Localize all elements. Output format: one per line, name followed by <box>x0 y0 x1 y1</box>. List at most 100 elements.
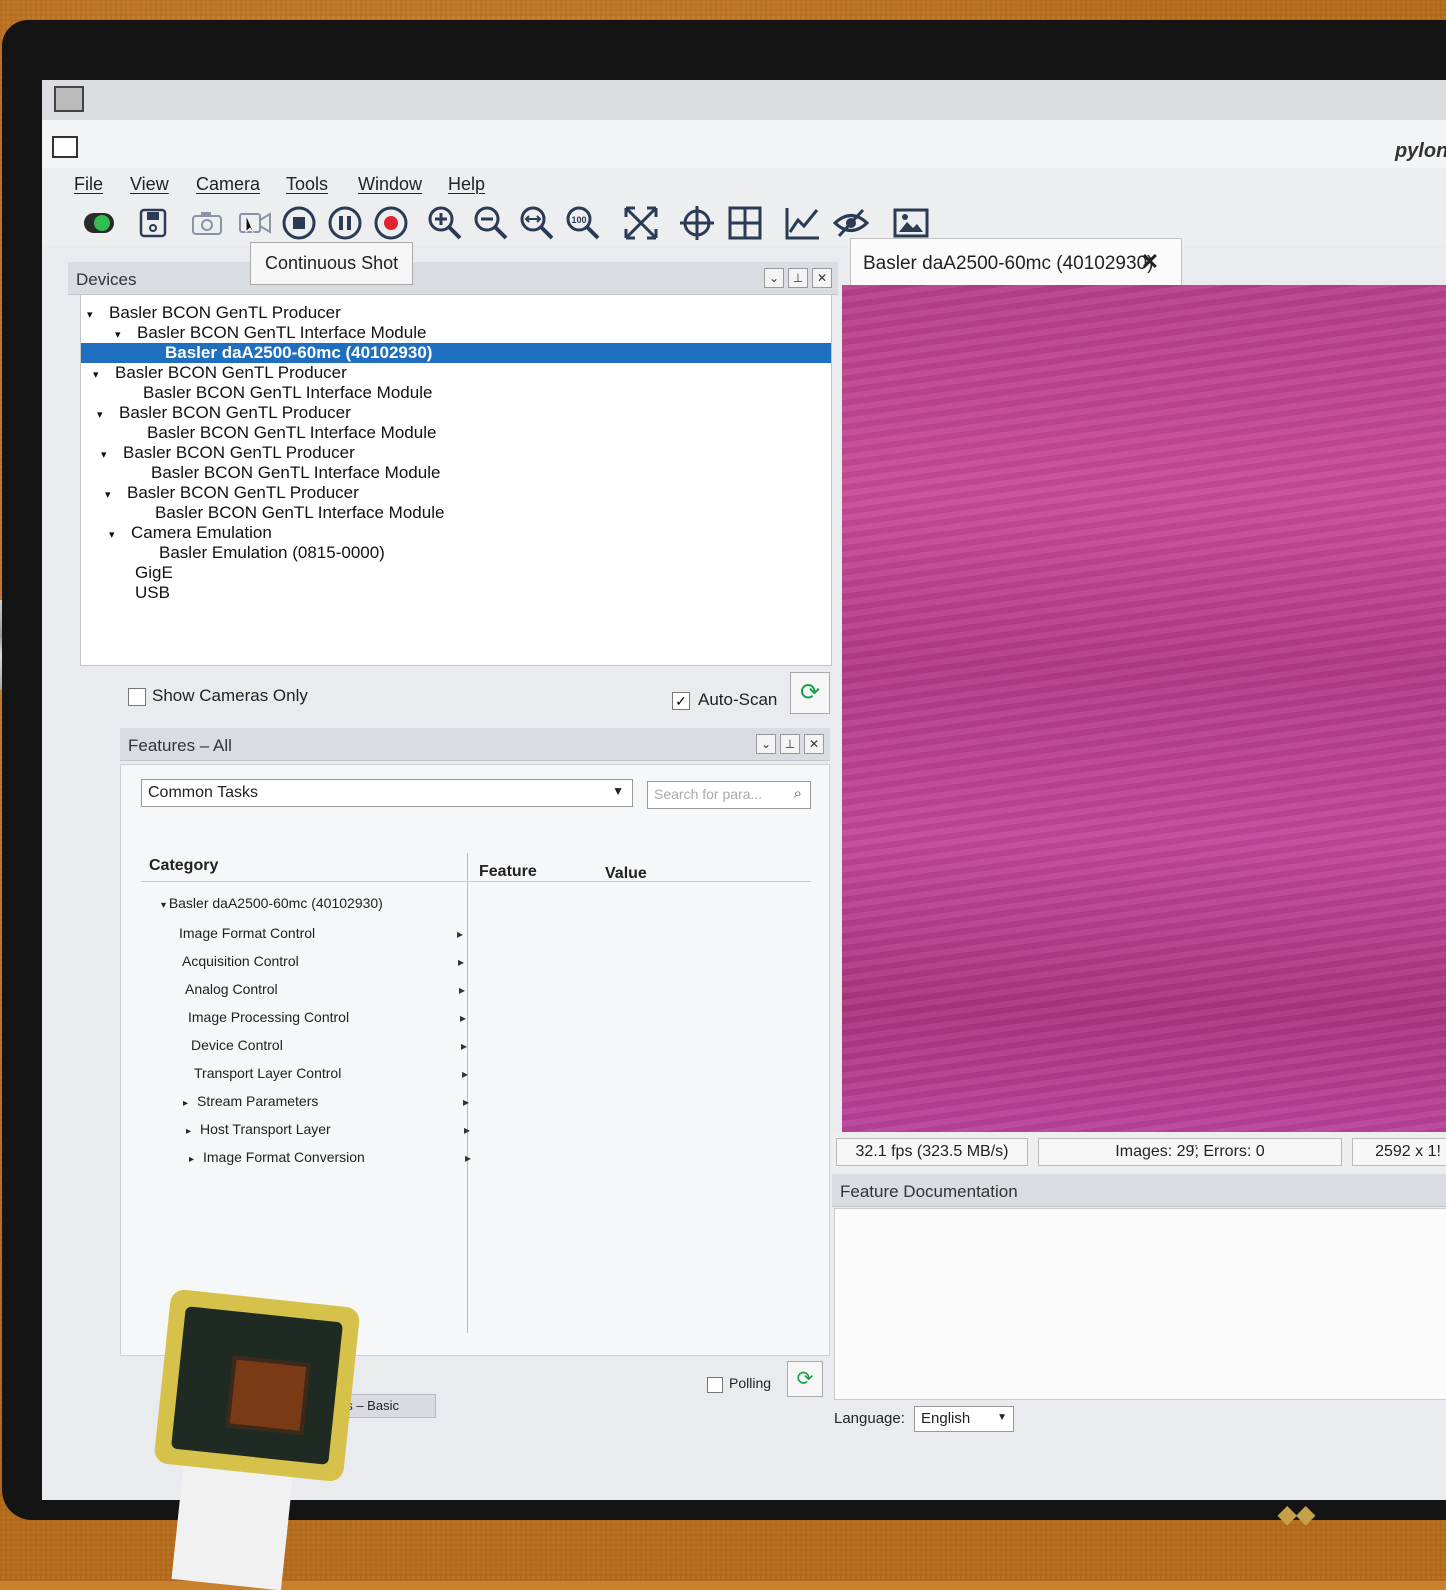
chevron-right-icon[interactable]: ▸ <box>457 927 463 941</box>
pin-icon[interactable]: ⊥ <box>788 268 808 288</box>
device-tree-row[interactable]: Basler BCON GenTL Interface Module <box>81 383 831 403</box>
zoom-in-icon[interactable] <box>426 204 464 242</box>
close-icon[interactable]: ✕ <box>812 268 832 288</box>
expand-caret-icon[interactable]: ▾ <box>105 488 127 501</box>
device-tree-row[interactable]: ▾ Basler BCON GenTL Producer <box>81 443 831 463</box>
close-icon[interactable]: ✕ <box>804 734 824 754</box>
device-tree-row[interactable]: Basler Emulation (0815-0000) <box>81 543 831 563</box>
device-tree-row[interactable]: ▾ Basler BCON GenTL Producer <box>81 403 831 423</box>
crosshair-icon[interactable] <box>678 204 716 242</box>
menu-file[interactable]: File <box>74 174 103 195</box>
category-label: Acquisition Control <box>182 953 299 969</box>
save-icon[interactable] <box>134 204 172 242</box>
continuous-shot-icon[interactable] <box>236 204 274 242</box>
device-tree-row[interactable]: Basler daA2500-60mc (40102930) <box>81 343 831 363</box>
toolbar-tooltip: Continuous Shot <box>250 242 414 285</box>
expand-caret-icon[interactable]: ▸ <box>186 1126 200 1137</box>
chevron-right-icon[interactable]: ▸ <box>462 1067 468 1081</box>
screen: pylon Vi File View Camera Tools Window H… <box>42 80 1446 1500</box>
expand-caret-icon[interactable]: ▸ <box>183 1098 197 1109</box>
zoom-out-icon[interactable] <box>472 204 510 242</box>
camera-view-tab[interactable]: Basler daA2500-60mc (40102930) ✕ <box>850 238 1182 285</box>
device-tree: ▾ Basler BCON GenTL Producer ▾ Basler BCON … <box>80 294 832 666</box>
pin-icon[interactable]: ⊥ <box>780 734 800 754</box>
expand-caret-icon[interactable]: ▾ <box>115 328 137 341</box>
device-tree-row[interactable]: ▾ Basler BCON GenTL Producer <box>81 363 831 383</box>
device-refresh-button[interactable]: ⟳ <box>790 672 830 714</box>
category-item[interactable]: Analog Control <box>171 981 278 997</box>
expand-caret-icon[interactable]: ▾ <box>109 528 131 541</box>
expand-caret-icon[interactable]: ▾ <box>97 408 119 421</box>
zoom-fit-icon[interactable] <box>518 204 556 242</box>
menu-view[interactable]: View <box>130 174 169 195</box>
menu-tools[interactable]: Tools <box>286 174 328 195</box>
category-label: Analog Control <box>185 981 278 997</box>
collapse-icon[interactable]: ⌄ <box>764 268 784 288</box>
category-label: Transport Layer Control <box>194 1065 342 1081</box>
grid-icon[interactable] <box>726 204 764 242</box>
chevron-right-icon[interactable]: ▸ <box>460 1011 466 1025</box>
stop-icon[interactable] <box>280 204 318 242</box>
device-tree-row[interactable]: Basler BCON GenTL Interface Module <box>81 423 831 443</box>
category-item[interactable]: ▸ Image Format Conversion <box>189 1149 365 1165</box>
device-tree-row[interactable]: Basler BCON GenTL Interface Module <box>81 463 831 483</box>
menu-window[interactable]: Window <box>358 174 422 195</box>
device-tree-row[interactable]: ▾ Camera Emulation <box>81 523 831 543</box>
expand-caret-icon[interactable]: ▾ <box>87 308 109 321</box>
fullscreen-icon[interactable] <box>622 204 660 242</box>
single-shot-icon[interactable] <box>188 204 226 242</box>
menu-help[interactable]: Help <box>448 174 485 195</box>
window-icon[interactable] <box>52 136 78 158</box>
image-icon[interactable] <box>892 204 930 242</box>
device-tree-row[interactable]: ▾ Basler BCON GenTL Interface Module <box>81 323 831 343</box>
hide-icon[interactable] <box>832 204 870 242</box>
terminal-icon[interactable] <box>54 86 84 112</box>
camera-image[interactable] <box>842 285 1446 1135</box>
chevron-right-icon[interactable]: ▸ <box>458 955 464 969</box>
collapse-icon[interactable]: ⌄ <box>756 734 776 754</box>
show-cameras-only-checkbox[interactable] <box>128 688 146 706</box>
pause-icon[interactable] <box>326 204 364 242</box>
category-item[interactable]: Device Control <box>177 1037 283 1053</box>
device-tree-row[interactable]: ▾ Basler BCON GenTL Producer <box>81 483 831 503</box>
feature-search-input[interactable]: Search for para... ⌕ <box>647 781 811 809</box>
device-tree-row[interactable]: GigE <box>81 563 831 583</box>
chevron-right-icon[interactable]: ▸ <box>459 983 465 997</box>
language-select[interactable]: English ▼ <box>914 1406 1014 1432</box>
chevron-right-icon[interactable]: ▸ <box>464 1123 470 1137</box>
category-item[interactable]: Acquisition Control <box>168 953 299 969</box>
features-panel-header: Features – All ⌄ ⊥ ✕ <box>120 728 830 761</box>
category-column-header[interactable]: Category <box>149 857 218 875</box>
record-icon[interactable] <box>372 204 410 242</box>
expand-caret-icon[interactable]: ▾ <box>93 368 115 381</box>
zoom-100-icon[interactable]: 100 <box>564 204 602 242</box>
features-refresh-button[interactable]: ⟳ <box>787 1361 823 1397</box>
feature-preset-select[interactable]: Common Tasks ▼ <box>141 779 633 807</box>
device-tree-row[interactable]: USB <box>81 583 831 603</box>
expand-caret-icon[interactable]: ▸ <box>189 1154 203 1165</box>
chevron-right-icon[interactable]: ▸ <box>461 1039 467 1053</box>
feature-column-header[interactable]: Feature <box>479 863 537 881</box>
device-toggle-icon[interactable] <box>80 204 118 242</box>
device-tree-label: Basler BCON GenTL Producer <box>123 443 355 462</box>
resolution-status: 2592 x 1! <box>1352 1138 1446 1166</box>
category-root[interactable]: ▾ Basler daA2500-60mc (40102930) <box>161 895 383 911</box>
expand-caret-icon[interactable]: ▾ <box>101 448 123 461</box>
histogram-icon[interactable] <box>784 204 822 242</box>
category-item[interactable]: ▸ Stream Parameters <box>183 1093 318 1109</box>
camera-view-tab-label: Basler daA2500-60mc (40102930) <box>863 253 1154 274</box>
category-root-label: Basler daA2500-60mc (40102930) <box>168 895 383 911</box>
category-item[interactable]: Image Format Control <box>165 925 315 941</box>
auto-scan-checkbox[interactable]: ✓ <box>672 692 690 710</box>
polling-checkbox[interactable] <box>707 1377 723 1393</box>
device-tree-row[interactable]: ▾ Basler BCON GenTL Producer <box>81 303 831 323</box>
polling-label: Polling <box>729 1375 772 1391</box>
category-item[interactable]: ▸ Host Transport Layer <box>186 1121 331 1137</box>
menu-camera[interactable]: Camera <box>196 174 260 195</box>
category-item[interactable]: Image Processing Control <box>174 1009 349 1025</box>
chevron-right-icon[interactable]: ▸ <box>463 1095 469 1109</box>
chevron-right-icon[interactable]: ▸ <box>465 1151 471 1165</box>
category-item[interactable]: Transport Layer Control <box>180 1065 341 1081</box>
device-tree-row[interactable]: Basler BCON GenTL Interface Module <box>81 503 831 523</box>
close-icon[interactable]: ✕ <box>1141 249 1159 275</box>
